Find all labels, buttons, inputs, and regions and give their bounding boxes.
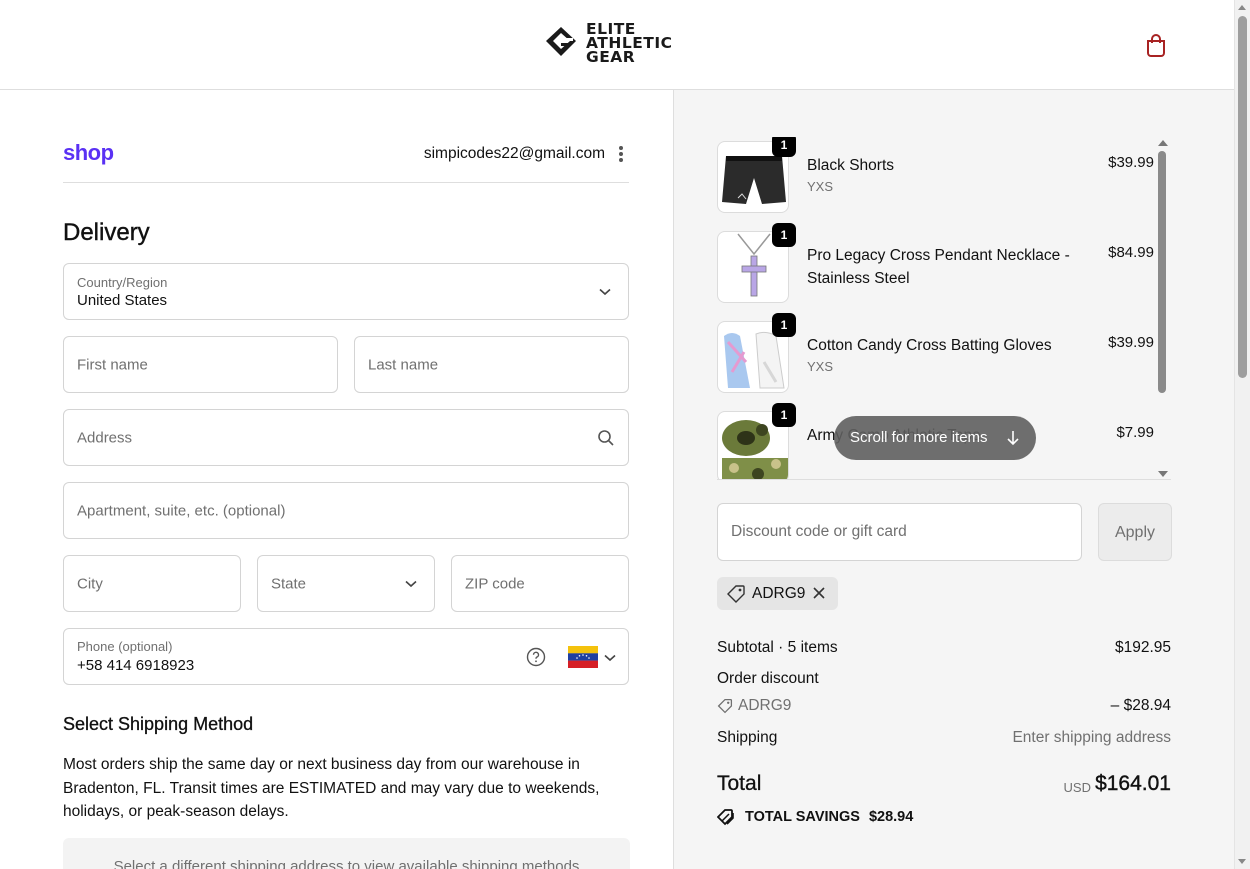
state-placeholder: State bbox=[271, 575, 307, 592]
brand-logo[interactable]: ELITE ATHLETIC GEAR bbox=[542, 21, 673, 66]
checkout-form: shop simpicodes22@gmail.com Delivery Cou… bbox=[0, 90, 673, 869]
shop-account-bar: shop simpicodes22@gmail.com bbox=[63, 140, 629, 183]
shipping-note: Most orders ship the same day or next bu… bbox=[63, 756, 600, 820]
items-scrollbar[interactable] bbox=[1155, 137, 1169, 480]
tag-icon bbox=[717, 698, 733, 714]
applied-code: ADRG9 bbox=[752, 585, 806, 602]
shipping-row: Shipping Enter shipping address bbox=[717, 729, 1171, 747]
state-select[interactable]: State bbox=[257, 555, 435, 612]
zip-placeholder: ZIP code bbox=[465, 575, 525, 592]
apply-discount-button[interactable]: Apply bbox=[1098, 503, 1172, 561]
apartment-placeholder: Apartment, suite, etc. (optional) bbox=[77, 502, 286, 519]
delivery-heading: Delivery bbox=[63, 219, 150, 246]
item-price: $84.99 bbox=[1108, 244, 1154, 261]
total-label: Total bbox=[717, 772, 762, 795]
help-icon[interactable] bbox=[526, 647, 546, 667]
scroll-more-label: Scroll for more items bbox=[850, 429, 988, 446]
brand-mark-icon bbox=[546, 27, 576, 56]
item-name: Cotton Candy Cross Batting Gloves bbox=[807, 337, 1052, 354]
discount-code-label: ADRG9 bbox=[738, 697, 792, 714]
brand-line: GEAR bbox=[586, 48, 636, 66]
country-label: Country/Region bbox=[77, 275, 168, 290]
savings-label: TOTAL SAVINGS bbox=[745, 809, 860, 825]
discount-code-input[interactable]: Discount code or gift card bbox=[717, 503, 1082, 561]
subtotal-row: Subtotal · 5 items $192.95 bbox=[717, 639, 1171, 657]
shipping-method-heading: Select Shipping Method bbox=[63, 714, 254, 734]
subtotal-value: $192.95 bbox=[1114, 639, 1171, 656]
page-scrollbar[interactable] bbox=[1234, 0, 1250, 869]
scroll-more-button[interactable]: Scroll for more items bbox=[834, 416, 1036, 460]
shipping-methods-placeholder: Select a different shipping address to v… bbox=[63, 838, 630, 869]
shop-pay-logo: shop bbox=[63, 140, 114, 165]
quantity-badge: 1 bbox=[772, 137, 796, 157]
quantity-badge: 1 bbox=[772, 223, 796, 247]
item-variant: YXS bbox=[807, 179, 834, 194]
close-icon[interactable] bbox=[812, 586, 826, 600]
scroll-down-icon[interactable] bbox=[1238, 859, 1246, 864]
order-discount-row: Order discount bbox=[717, 670, 1171, 688]
city-input[interactable]: City bbox=[63, 555, 241, 612]
first-name-placeholder: First name bbox=[77, 356, 148, 373]
item-price: $39.99 bbox=[1108, 334, 1154, 351]
quantity-badge: 1 bbox=[772, 313, 796, 337]
last-name-input[interactable]: Last name bbox=[354, 336, 629, 393]
quantity-badge: 1 bbox=[772, 403, 796, 427]
last-name-placeholder: Last name bbox=[368, 356, 439, 373]
order-summary: 1 Black Shorts YXS $39.99 1 Pro Legacy C… bbox=[673, 90, 1234, 869]
kebab-icon[interactable] bbox=[615, 144, 627, 164]
total-value: $164.01 bbox=[1095, 772, 1171, 795]
arrow-down-icon bbox=[1007, 431, 1019, 446]
applied-discount-chip: ADRG9 bbox=[717, 577, 838, 610]
savings-tag-icon bbox=[717, 809, 734, 826]
country-select[interactable]: Country/Region United States bbox=[63, 263, 629, 320]
scroll-thumb[interactable] bbox=[1158, 151, 1166, 393]
order-discount-label: Order discount bbox=[717, 670, 819, 687]
country-value: United States bbox=[77, 292, 168, 309]
brand-wordmark: ELITE ATHLETIC GEAR bbox=[586, 21, 673, 66]
chevron-down-icon[interactable] bbox=[604, 654, 616, 662]
search-icon[interactable] bbox=[597, 429, 615, 447]
page-scroll-thumb[interactable] bbox=[1238, 16, 1247, 378]
phone-label: Phone (optional) bbox=[77, 639, 173, 654]
scroll-up-icon[interactable] bbox=[1158, 140, 1168, 146]
chevron-down-icon bbox=[405, 580, 417, 588]
scroll-up-icon[interactable] bbox=[1238, 5, 1246, 10]
cart-item: 1 Pro Legacy Cross Pendant Necklace - St… bbox=[717, 223, 1157, 303]
address-input[interactable]: Address bbox=[63, 409, 629, 466]
shipping-placeholder-text: Select a different shipping address to v… bbox=[113, 858, 580, 869]
item-price: $39.99 bbox=[1108, 154, 1154, 171]
item-price: $7.99 bbox=[1116, 424, 1154, 441]
tag-icon bbox=[727, 585, 745, 603]
scroll-down-icon[interactable] bbox=[1158, 471, 1168, 477]
shipping-value: Enter shipping address bbox=[1012, 729, 1171, 746]
item-name: Pro Legacy Cross Pendant Necklace - Stai… bbox=[807, 247, 1070, 287]
zip-input[interactable]: ZIP code bbox=[451, 555, 629, 612]
shopping-bag-icon[interactable] bbox=[1143, 32, 1169, 58]
item-name: Black Shorts bbox=[807, 157, 895, 174]
phone-input[interactable]: Phone (optional) +58 414 6918923 bbox=[63, 628, 629, 685]
savings-value: $28.94 bbox=[868, 809, 914, 825]
cart-item: 1 Cotton Candy Cross Batting Gloves YXS … bbox=[717, 313, 1157, 393]
item-variant: YXS bbox=[807, 359, 834, 374]
site-header: ELITE ATHLETIC GEAR bbox=[0, 0, 1234, 90]
city-placeholder: City bbox=[77, 575, 103, 592]
address-placeholder: Address bbox=[77, 429, 133, 446]
venezuela-flag-icon[interactable] bbox=[568, 646, 598, 668]
currency-code: USD bbox=[1063, 780, 1091, 795]
phone-value: +58 414 6918923 bbox=[77, 657, 195, 674]
chevron-down-icon bbox=[599, 288, 611, 296]
discount-value: – $28.94 bbox=[1110, 697, 1171, 714]
apartment-input[interactable]: Apartment, suite, etc. (optional) bbox=[63, 482, 629, 539]
discount-placeholder: Discount code or gift card bbox=[731, 523, 907, 540]
cart-item: 1 Black Shorts YXS $39.99 bbox=[717, 137, 1157, 213]
account-email: simpicodes22@gmail.com bbox=[423, 145, 605, 162]
shipping-label: Shipping bbox=[717, 729, 778, 746]
subtotal-label: Subtotal · 5 items bbox=[717, 639, 838, 656]
first-name-input[interactable]: First name bbox=[63, 336, 338, 393]
total-savings: TOTAL SAVINGS $28.94 bbox=[717, 808, 913, 826]
